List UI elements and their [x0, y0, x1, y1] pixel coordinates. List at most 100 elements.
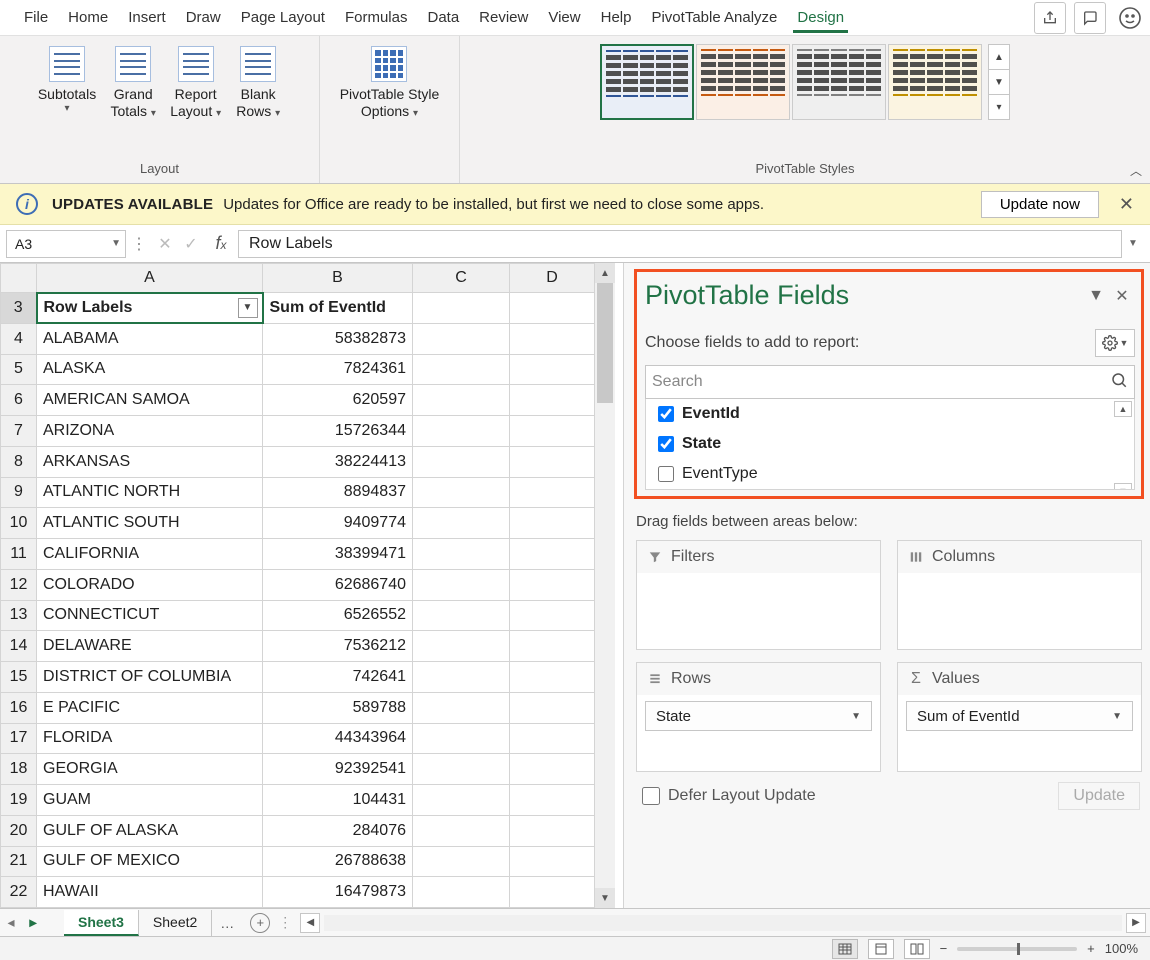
ribbon-tab-insert[interactable]: Insert — [118, 3, 176, 32]
collapse-ribbon-button[interactable]: ︿ — [1130, 162, 1142, 179]
cell[interactable]: 284076 — [263, 815, 413, 846]
sheet-tab-sheet3[interactable]: Sheet3 — [64, 910, 139, 936]
cell[interactable]: GUAM — [37, 785, 263, 816]
gallery-scroll-up[interactable]: ▲ — [989, 45, 1009, 70]
scroll-right-button[interactable]: ▶ — [1126, 913, 1146, 933]
cell[interactable]: ALASKA — [37, 354, 263, 385]
new-sheet-button[interactable]: + — [250, 913, 270, 933]
cell[interactable]: DELAWARE — [37, 631, 263, 662]
cell[interactable] — [510, 416, 595, 447]
row-header[interactable]: 9 — [1, 477, 37, 508]
cell-a3[interactable]: Row Labels▼ — [37, 293, 263, 324]
row-header[interactable]: 18 — [1, 754, 37, 785]
account-icon[interactable] — [1114, 2, 1146, 34]
row-header[interactable]: 4 — [1, 323, 37, 354]
row-header[interactable]: 7 — [1, 416, 37, 447]
ribbon-tab-data[interactable]: Data — [417, 3, 469, 32]
cell[interactable]: 9409774 — [263, 508, 413, 539]
horizontal-scrollbar[interactable]: ◀ ▶ — [292, 913, 1150, 933]
ribbon-tab-home[interactable]: Home — [58, 3, 118, 32]
scroll-left-button[interactable]: ◀ — [300, 913, 320, 933]
cell[interactable]: 8894837 — [263, 477, 413, 508]
cell[interactable] — [413, 416, 510, 447]
cell[interactable]: 62686740 — [263, 569, 413, 600]
report-layout-button[interactable]: Report Layout ▾ — [164, 44, 227, 122]
cell[interactable] — [510, 846, 595, 877]
cell[interactable]: 589788 — [263, 692, 413, 723]
row-header[interactable]: 19 — [1, 785, 37, 816]
cell[interactable]: FLORIDA — [37, 723, 263, 754]
cell-b3[interactable]: Sum of EventId — [263, 293, 413, 324]
cell[interactable] — [413, 508, 510, 539]
cell[interactable] — [413, 785, 510, 816]
ribbon-tab-draw[interactable]: Draw — [176, 3, 231, 32]
select-all-cell[interactable] — [1, 264, 37, 293]
cell[interactable] — [510, 293, 595, 324]
field-checkbox[interactable] — [658, 406, 674, 422]
cell[interactable]: 44343964 — [263, 723, 413, 754]
row-header[interactable]: 10 — [1, 508, 37, 539]
cell[interactable]: 16479873 — [263, 877, 413, 908]
field-checkbox[interactable] — [658, 436, 674, 452]
cell[interactable]: 7824361 — [263, 354, 413, 385]
values-area[interactable]: Σ Values Sum of EventId ▼ — [897, 662, 1142, 772]
cell[interactable] — [413, 754, 510, 785]
column-header-d[interactable]: D — [510, 264, 595, 293]
field-list-scroll-down[interactable]: ▼ — [1114, 483, 1132, 490]
field-item-state[interactable]: State — [646, 429, 1134, 459]
cell[interactable] — [413, 323, 510, 354]
taskpane-settings-button[interactable]: ▼ — [1095, 329, 1135, 357]
cell[interactable]: ARKANSAS — [37, 446, 263, 477]
row-header[interactable]: 16 — [1, 692, 37, 723]
ribbon-tab-review[interactable]: Review — [469, 3, 538, 32]
vertical-scrollbar[interactable]: ▲ ▼ — [595, 263, 615, 908]
search-fields-input[interactable]: Search — [645, 365, 1135, 399]
ribbon-tab-view[interactable]: View — [538, 3, 590, 32]
cell[interactable] — [510, 539, 595, 570]
cell[interactable]: 620597 — [263, 385, 413, 416]
scroll-down-button[interactable]: ▼ — [595, 888, 615, 908]
cancel-formula-button[interactable]: ✕ — [152, 234, 178, 254]
row-header[interactable]: 21 — [1, 846, 37, 877]
cell[interactable] — [413, 354, 510, 385]
field-checkbox[interactable] — [658, 466, 674, 482]
expand-formula-bar-button[interactable]: ▼ — [1122, 238, 1144, 249]
cell[interactable] — [413, 662, 510, 693]
sheet-nav-next[interactable]: ▸ — [22, 914, 44, 931]
ribbon-tab-design[interactable]: Design — [787, 3, 854, 32]
zoom-out-button[interactable]: − — [940, 941, 948, 956]
cell[interactable]: AMERICAN SAMOA — [37, 385, 263, 416]
taskpane-menu-button[interactable]: ▼ — [1083, 283, 1109, 309]
gallery-more-button[interactable]: ▾ — [989, 95, 1009, 119]
zoom-level[interactable]: 100% — [1105, 941, 1138, 956]
cell[interactable] — [413, 293, 510, 324]
field-item-eventid[interactable]: EventId — [646, 399, 1134, 429]
row-header[interactable]: 8 — [1, 446, 37, 477]
cell[interactable] — [510, 354, 595, 385]
cell[interactable]: CONNECTICUT — [37, 600, 263, 631]
cell[interactable] — [510, 446, 595, 477]
update-now-button[interactable]: Update now — [981, 191, 1099, 218]
ribbon-tab-page-layout[interactable]: Page Layout — [231, 3, 335, 32]
more-sheets-indicator[interactable]: … — [212, 915, 242, 931]
insert-function-button[interactable]: fx — [204, 233, 238, 254]
cell[interactable] — [413, 569, 510, 600]
cell[interactable] — [413, 477, 510, 508]
ribbon-tab-pivottable-analyze[interactable]: PivotTable Analyze — [641, 3, 787, 32]
field-list-scroll-up[interactable]: ▲ — [1114, 401, 1132, 417]
share-button[interactable] — [1034, 2, 1066, 34]
field-item-eventtype[interactable]: EventType — [646, 459, 1134, 489]
cell[interactable] — [510, 877, 595, 908]
cell[interactable]: 58382873 — [263, 323, 413, 354]
cell[interactable]: GEORGIA — [37, 754, 263, 785]
sheet-tab-sheet2[interactable]: Sheet2 — [139, 910, 212, 936]
rows-area[interactable]: Rows State ▼ — [636, 662, 881, 772]
cell[interactable]: CALIFORNIA — [37, 539, 263, 570]
pivottable-style-options-button[interactable]: PivotTable Style Options ▾ — [334, 44, 446, 122]
cell[interactable]: E PACIFIC — [37, 692, 263, 723]
cell[interactable] — [510, 662, 595, 693]
pivot-filter-button[interactable]: ▼ — [238, 298, 258, 318]
subtotals-button[interactable]: Subtotals ▾ — [32, 44, 102, 117]
normal-view-button[interactable] — [832, 939, 858, 959]
sheet-nav-first[interactable]: ◂ — [0, 914, 22, 931]
